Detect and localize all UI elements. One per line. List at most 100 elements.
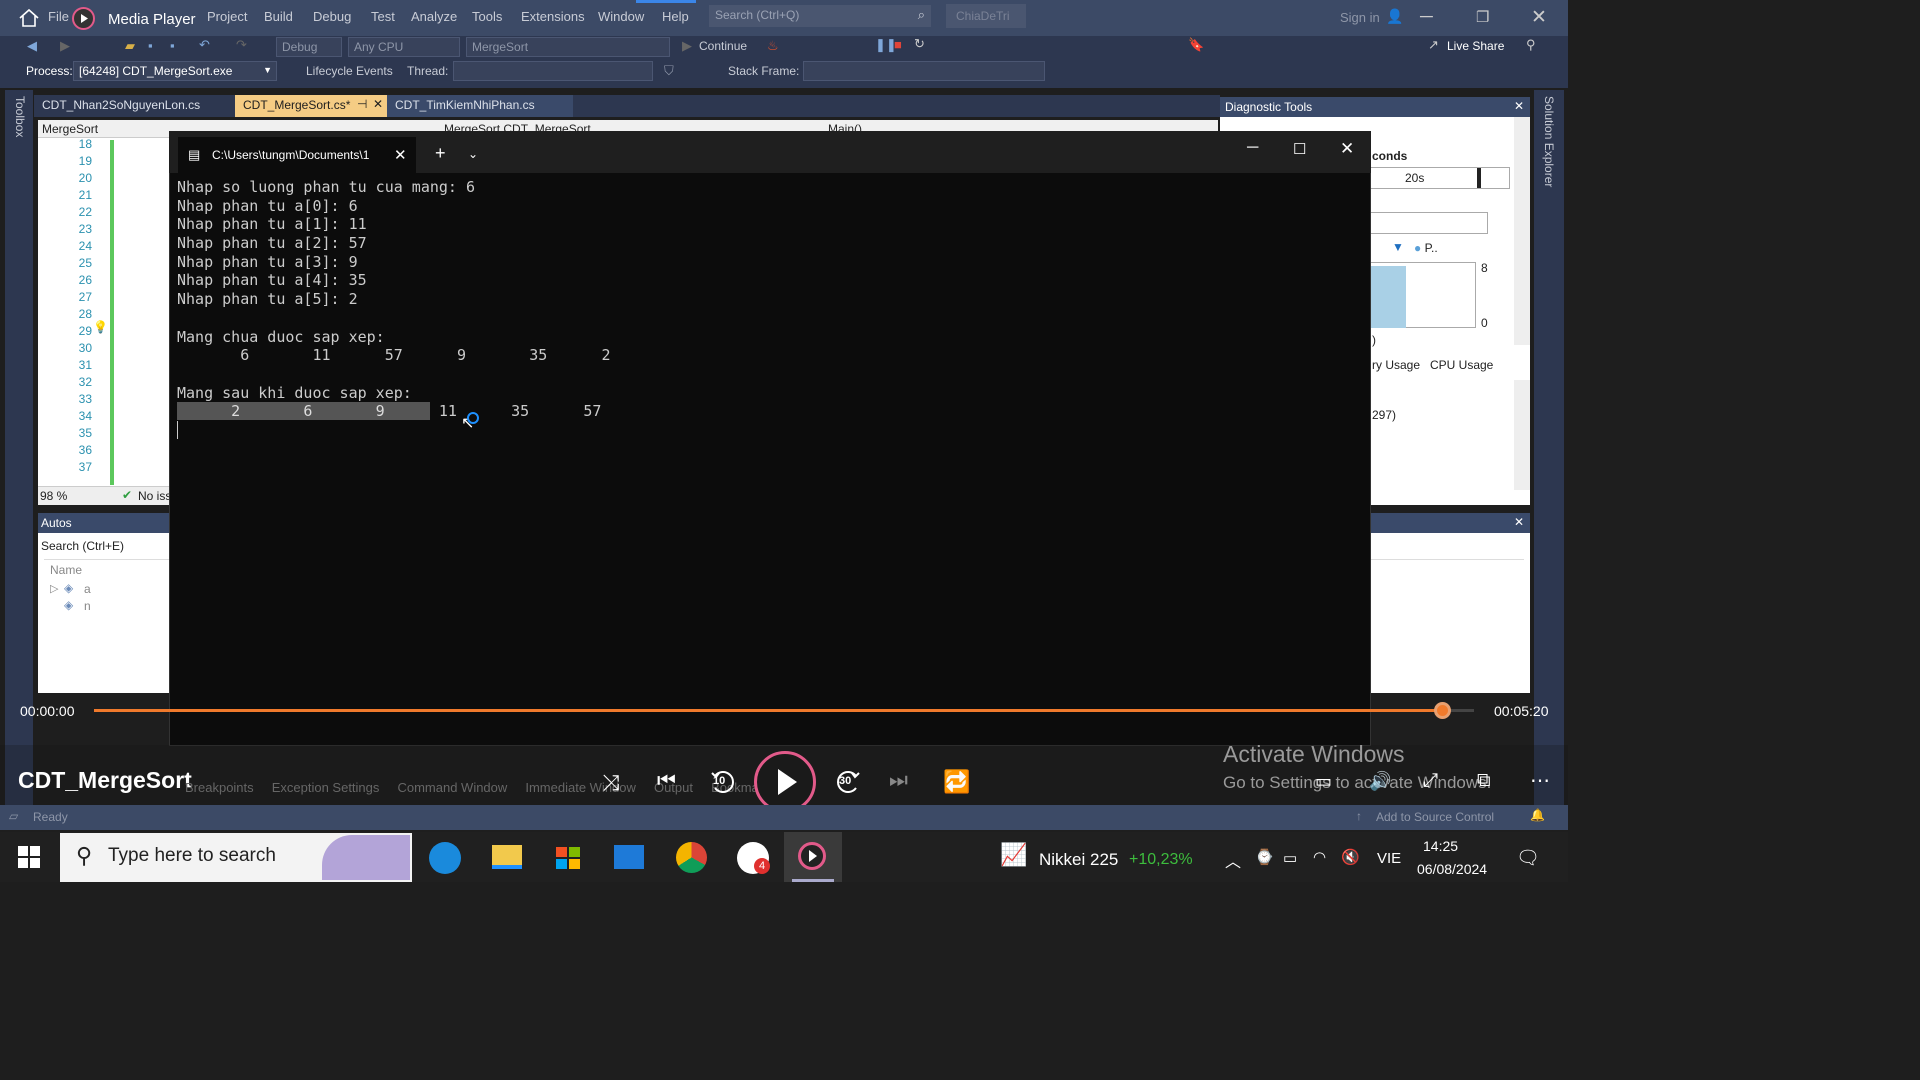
notifications-icon[interactable]: 🔔 bbox=[1530, 808, 1545, 822]
zalo-icon[interactable]: 4 bbox=[737, 842, 770, 874]
diag-scrollbar[interactable] bbox=[1514, 115, 1530, 345]
minimize-icon[interactable]: ─ bbox=[1420, 6, 1433, 27]
diag-timeline[interactable]: 20s bbox=[1370, 167, 1510, 189]
feedback-icon[interactable]: ⚲ bbox=[1526, 37, 1536, 53]
previous-icon[interactable]: ⏮ bbox=[657, 769, 676, 793]
hot-reload-icon[interactable]: ♨ bbox=[767, 38, 779, 54]
notification-center-icon[interactable]: 🗨 bbox=[1516, 846, 1540, 870]
diag-scrollbar-2[interactable] bbox=[1514, 380, 1530, 490]
live-share-button[interactable]: Live Share bbox=[1447, 39, 1504, 53]
diag-tab-memory[interactable]: ry Usage bbox=[1372, 358, 1420, 372]
redo-icon[interactable]: ↷ bbox=[236, 37, 247, 53]
zoom-level[interactable]: 98 % bbox=[40, 489, 67, 503]
diag-event-row[interactable]: 297) bbox=[1372, 408, 1396, 422]
menu-file[interactable]: File bbox=[48, 9, 69, 24]
back-icon[interactable]: ◀ bbox=[27, 38, 37, 54]
chevron-up-icon[interactable]: ︿ bbox=[1225, 848, 1241, 872]
terminal-close-icon[interactable]: ✕ bbox=[1340, 139, 1354, 159]
live-share-icon[interactable]: ↗ bbox=[1428, 37, 1439, 53]
tab-nhan2songuyenlon[interactable]: CDT_Nhan2SoNguyenLon.cs bbox=[34, 95, 234, 117]
tab-dropdown-icon[interactable]: ⌄ bbox=[468, 147, 478, 161]
menu-debug[interactable]: Debug bbox=[313, 9, 351, 24]
menu-window[interactable]: Window bbox=[598, 9, 644, 24]
restore-icon[interactable]: ❐ bbox=[1476, 8, 1489, 26]
vs-search-input[interactable]: Search (Ctrl+Q) ⌕ bbox=[709, 5, 931, 27]
account-icon[interactable]: 👤 bbox=[1386, 8, 1403, 25]
tab-close-icon[interactable]: ✕ bbox=[373, 97, 383, 111]
menu-analyze[interactable]: Analyze bbox=[411, 9, 457, 24]
home-icon[interactable] bbox=[18, 8, 40, 28]
tab-exception-settings[interactable]: Exception Settings bbox=[272, 780, 380, 795]
toolbox-label[interactable]: Toolbox bbox=[13, 96, 27, 137]
volume-icon[interactable]: 🔊 bbox=[1369, 771, 1391, 792]
seek-handle[interactable] bbox=[1434, 702, 1451, 719]
expand-icon[interactable]: ▷ bbox=[50, 582, 58, 595]
tab-command-window[interactable]: Command Window bbox=[397, 780, 507, 795]
continue-button[interactable]: Continue bbox=[699, 39, 747, 53]
stop-icon[interactable]: ■ bbox=[894, 37, 902, 52]
diag-tab-cpu[interactable]: CPU Usage bbox=[1430, 358, 1493, 372]
continue-play-icon[interactable]: ▶ bbox=[682, 38, 692, 54]
tab-mergesort[interactable]: CDT_MergeSort.cs* ⊣ ✕ bbox=[235, 95, 387, 117]
filter-icon[interactable]: ⛉ bbox=[664, 63, 674, 79]
subtitles-icon[interactable]: ▭ bbox=[1315, 771, 1332, 792]
clock-date[interactable]: 06/08/2024 bbox=[1417, 861, 1487, 877]
mini-player-icon[interactable]: ⧉ bbox=[1477, 770, 1491, 792]
autos-var-n[interactable]: n bbox=[84, 599, 91, 613]
panel-close-icon[interactable]: ✕ bbox=[1514, 99, 1524, 113]
mail-icon[interactable] bbox=[614, 845, 644, 869]
menu-tools[interactable]: Tools bbox=[472, 9, 502, 24]
menu-project[interactable]: Project bbox=[207, 9, 247, 24]
menu-help[interactable]: Help bbox=[662, 9, 689, 24]
selected-text[interactable]: 2 6 9 bbox=[177, 402, 430, 421]
meet-now-icon[interactable]: ⌚ bbox=[1255, 848, 1274, 866]
pin-icon[interactable]: ⊣ bbox=[357, 97, 367, 111]
next-icon[interactable]: ⏭ bbox=[889, 769, 908, 793]
process-select[interactable]: [64248] CDT_MergeSort.exe ▼ bbox=[73, 61, 277, 81]
toolbox-strip[interactable]: Toolbox bbox=[5, 90, 33, 830]
tab-breakpoints[interactable]: Breakpoints bbox=[185, 780, 254, 795]
no-issues[interactable]: No iss bbox=[138, 489, 171, 503]
forward-icon[interactable]: ▶ bbox=[60, 38, 70, 54]
edge-icon[interactable] bbox=[429, 842, 461, 874]
volume-muted-icon[interactable]: 🔇 bbox=[1341, 848, 1360, 866]
terminal-minimize-icon[interactable]: ─ bbox=[1247, 139, 1258, 157]
thread-select[interactable] bbox=[453, 61, 653, 81]
open-folder-icon[interactable]: ▰ bbox=[125, 38, 135, 54]
startup-project-select[interactable]: MergeSort bbox=[466, 37, 670, 57]
more-options-icon[interactable]: ⋯ bbox=[1530, 768, 1550, 793]
clock-time[interactable]: 14:25 bbox=[1423, 838, 1458, 854]
menu-test[interactable]: Test bbox=[371, 9, 395, 24]
media-player-taskbar-button[interactable] bbox=[784, 832, 842, 882]
bookmark-icon[interactable]: 🔖 bbox=[1188, 37, 1204, 53]
new-tab-icon[interactable]: + bbox=[435, 143, 446, 164]
config-select[interactable]: Debug bbox=[276, 37, 342, 57]
taskbar-search-box[interactable]: ⚲ Type here to search bbox=[60, 833, 412, 882]
menu-extensions[interactable]: Extensions bbox=[521, 9, 585, 24]
stock-name[interactable]: Nikkei 225 bbox=[1039, 850, 1118, 870]
tab-timkiemnhiphan[interactable]: CDT_TimKiemNhiPhan.cs bbox=[387, 95, 573, 117]
skip-back-icon[interactable]: 10 bbox=[709, 768, 737, 796]
menu-build[interactable]: Build bbox=[264, 9, 293, 24]
autos-close-icon[interactable]: ✕ bbox=[1514, 515, 1524, 529]
sign-in-link[interactable]: Sign in bbox=[1340, 10, 1380, 25]
nav-project[interactable]: MergeSort bbox=[42, 122, 98, 136]
chrome-icon[interactable] bbox=[676, 842, 707, 873]
solution-explorer-label[interactable]: Solution Explorer bbox=[1542, 96, 1556, 187]
wifi-icon[interactable]: ◠ bbox=[1313, 848, 1326, 866]
sorted-output-line[interactable]: 2 6 9 11 35 57 bbox=[177, 402, 610, 421]
store-icon[interactable] bbox=[554, 843, 582, 871]
close-icon[interactable]: ✕ bbox=[1531, 6, 1547, 29]
save-icon[interactable]: ▪ bbox=[148, 38, 153, 53]
play-button[interactable] bbox=[754, 751, 816, 813]
terminal-tab-close-icon[interactable]: ✕ bbox=[394, 146, 407, 164]
battery-icon[interactable]: ▭ bbox=[1283, 849, 1297, 867]
lifecycle-events-button[interactable]: Lifecycle Events bbox=[306, 64, 393, 78]
stack-frame-select[interactable] bbox=[803, 61, 1045, 81]
add-to-source-control[interactable]: Add to Source Control bbox=[1376, 810, 1494, 824]
autos-search-input[interactable]: Search (Ctrl+E) bbox=[41, 539, 124, 553]
undo-icon[interactable]: ↶ bbox=[199, 37, 210, 53]
terminal-maximize-icon[interactable]: ☐ bbox=[1293, 140, 1306, 158]
repeat-off-icon[interactable]: 🔁 bbox=[943, 769, 970, 795]
skip-forward-icon[interactable]: 30 bbox=[834, 768, 862, 796]
